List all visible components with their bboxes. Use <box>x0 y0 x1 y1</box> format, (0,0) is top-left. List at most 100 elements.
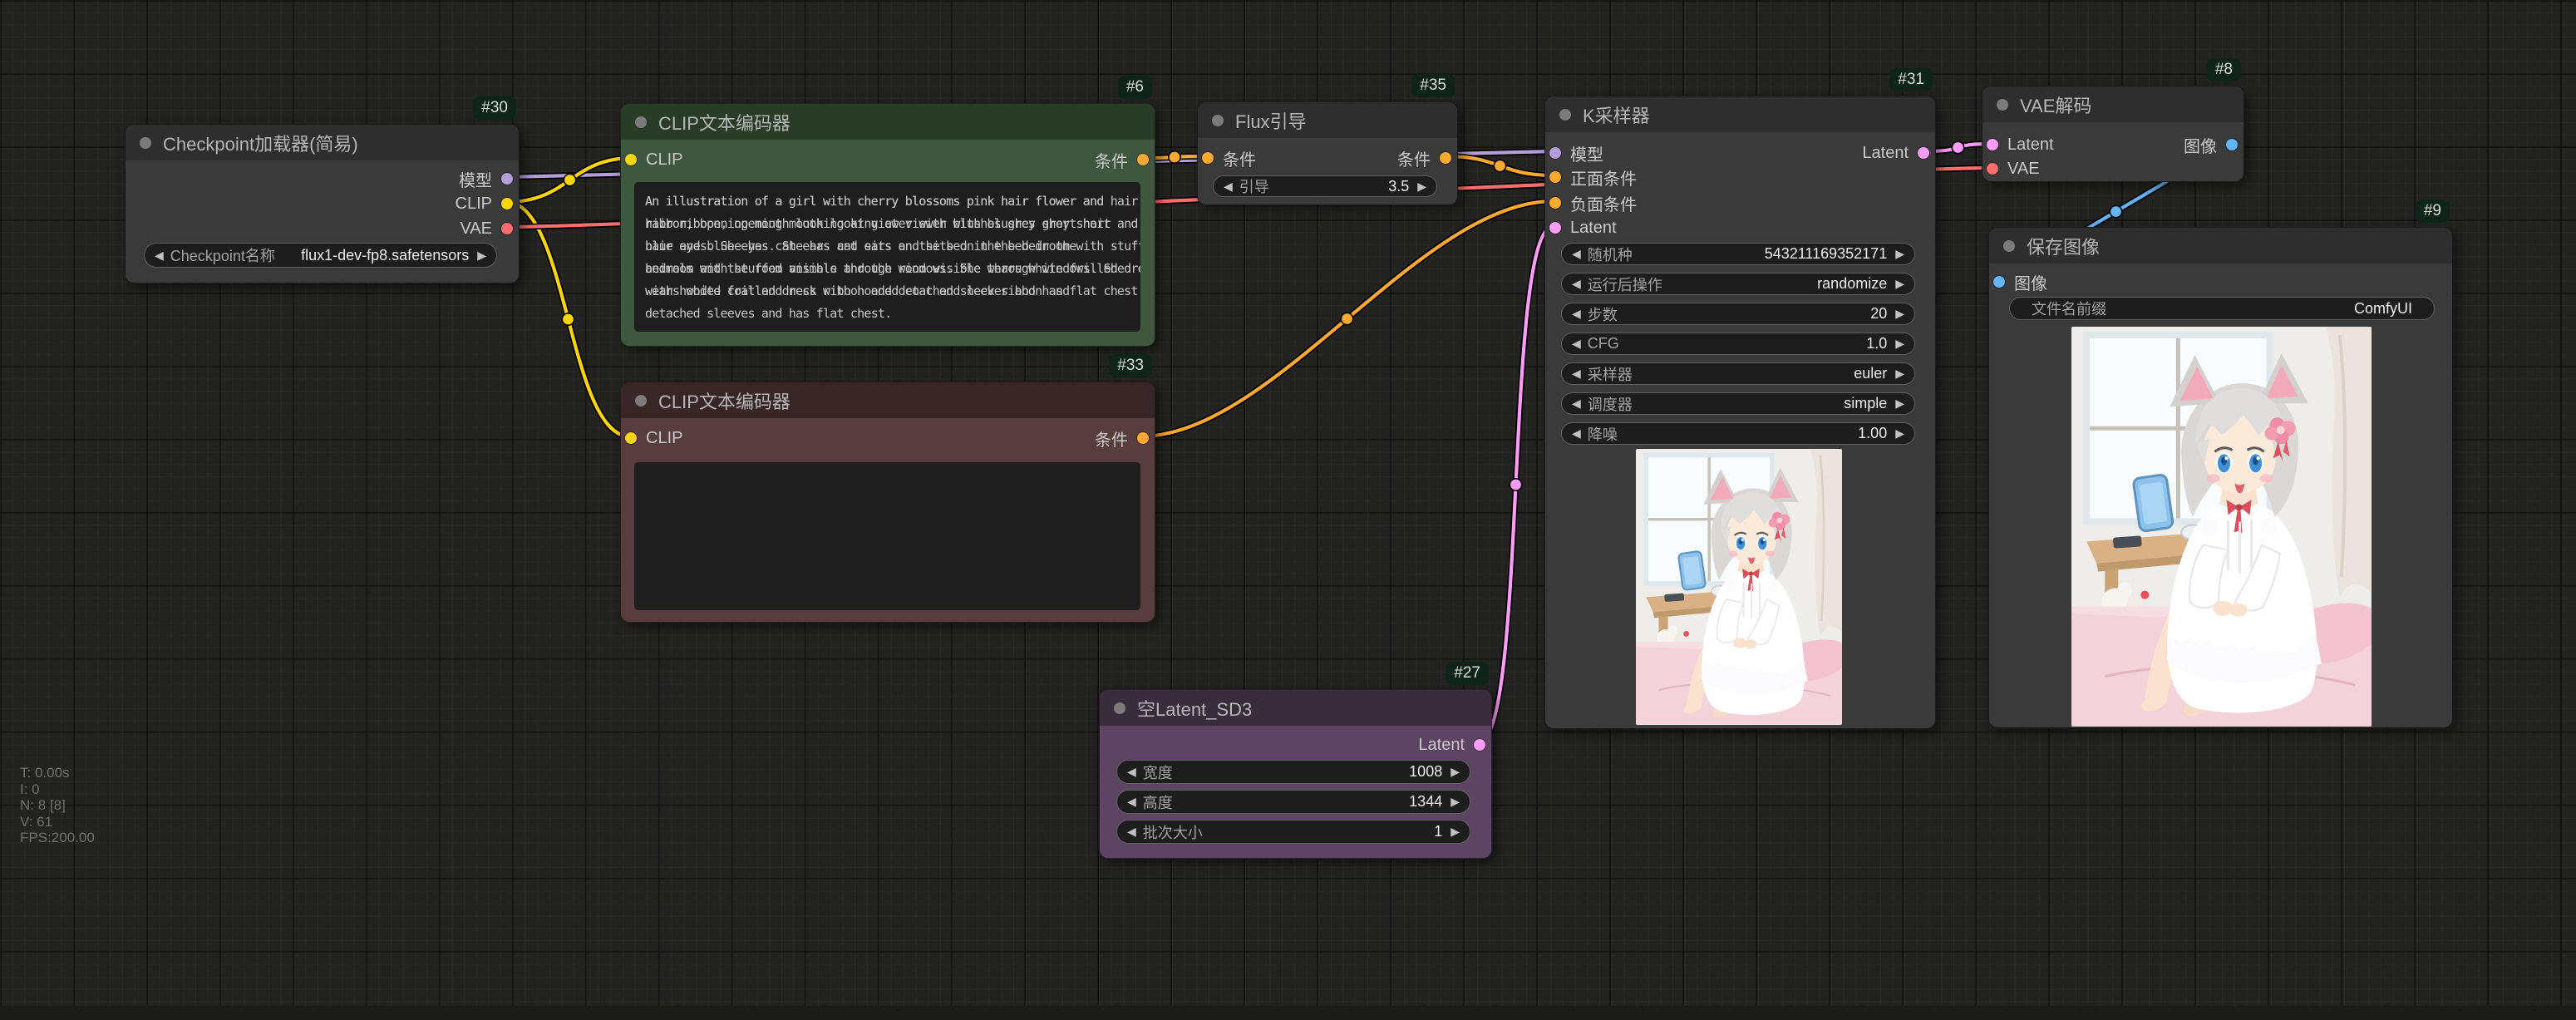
conditioning-port-icon[interactable] <box>1202 152 1214 164</box>
stepper-left-icon[interactable]: ◀ <box>1127 795 1136 809</box>
latent-port-icon[interactable] <box>1918 147 1929 159</box>
node-vae-decode[interactable]: #8 VAE解码 Latent VAE 图像 <box>1982 86 2244 182</box>
collapse-dot-icon[interactable] <box>1559 109 1571 121</box>
conditioning-port-icon[interactable] <box>1137 432 1149 444</box>
widget-seed[interactable]: ◀ 随机种 543211169352171 ▶ <box>1561 243 1915 265</box>
stepper-left-icon[interactable]: ◀ <box>155 249 164 263</box>
node-clip-text-encode-negative[interactable]: #33 CLIP文本编码器 CLIP 条件 <box>620 382 1155 623</box>
stepper-right-icon[interactable]: ▶ <box>1451 765 1460 779</box>
widget-guidance[interactable]: ◀ 引导 3.5 ▶ <box>1213 175 1437 197</box>
stepper-left-icon[interactable]: ◀ <box>1127 825 1136 839</box>
widget-scheduler[interactable]: ◀ 调度器 simple ▶ <box>1561 392 1915 415</box>
widget-height[interactable]: ◀ 高度 1344 ▶ <box>1116 790 1470 814</box>
output-slot-vae[interactable]: VAE <box>460 219 513 239</box>
stepper-left-icon[interactable]: ◀ <box>1572 277 1581 291</box>
stepper-right-icon[interactable]: ▶ <box>1895 277 1904 291</box>
image-port-icon[interactable] <box>1993 276 2005 288</box>
stepper-right-icon[interactable]: ▶ <box>477 249 486 263</box>
input-slot-latent[interactable]: Latent <box>1549 218 1617 238</box>
conditioning-port-icon[interactable] <box>1137 154 1149 165</box>
input-slot-positive[interactable]: 正面条件 <box>1549 167 1637 187</box>
input-slot-model[interactable]: 模型 <box>1549 143 1603 163</box>
output-slot-image[interactable]: 图像 <box>2184 135 2238 155</box>
stepper-right-icon[interactable]: ▶ <box>1895 247 1904 261</box>
output-slot-conditioning[interactable]: 条件 <box>1095 428 1149 448</box>
image-port-icon[interactable] <box>2226 139 2238 150</box>
stepper-right-icon[interactable]: ▶ <box>1895 307 1904 321</box>
widget-denoise[interactable]: ◀ 降噪 1.00 ▶ <box>1561 422 1915 445</box>
model-port-icon[interactable] <box>1549 147 1561 159</box>
widget-sampler[interactable]: ◀ 采样器 euler ▶ <box>1561 362 1915 385</box>
node-clip-text-encode-positive[interactable]: #6 CLIP文本编码器 CLIP 条件 An illustration of … <box>620 103 1155 347</box>
stepper-left-icon[interactable]: ◀ <box>1572 337 1581 351</box>
node-header[interactable]: Flux引导 <box>1198 102 1457 138</box>
conditioning-port-icon[interactable] <box>1440 152 1451 164</box>
input-slot-clip[interactable]: CLIP <box>625 150 682 170</box>
stepper-right-icon[interactable]: ▶ <box>1417 180 1426 194</box>
input-slot-latent[interactable]: Latent <box>1987 135 2054 155</box>
node-header[interactable]: CLIP文本编码器 <box>621 382 1155 418</box>
widget-checkpoint-name[interactable]: ◀ Checkpoint名称 flux1-dev-fp8.safetensors… <box>144 243 497 268</box>
clip-port-icon[interactable] <box>625 154 637 165</box>
collapse-dot-icon[interactable] <box>1114 702 1125 714</box>
node-flux-guidance[interactable]: #35 Flux引导 条件 条件 ◀ 引导 3.5 ▶ <box>1197 101 1458 205</box>
collapse-dot-icon[interactable] <box>2003 240 2015 252</box>
collapse-dot-icon[interactable] <box>1997 99 2008 111</box>
node-header[interactable]: CLIP文本编码器 <box>621 104 1155 140</box>
input-slot-clip[interactable]: CLIP <box>625 428 682 448</box>
prompt-textarea[interactable]: An illustration of a girl with cherry bl… <box>634 182 1140 332</box>
node-graph-canvas[interactable]: #30 Checkpoint加载器(简易) 模型 CLIP VAE ◀ Chec… <box>0 0 2576 1020</box>
latent-port-icon[interactable] <box>1474 739 1485 751</box>
widget-cfg[interactable]: ◀ CFG 1.0 ▶ <box>1561 333 1915 355</box>
clip-port-icon[interactable] <box>501 198 513 209</box>
collapse-dot-icon[interactable] <box>1212 115 1224 126</box>
node-header[interactable]: VAE解码 <box>1982 86 2244 122</box>
stepper-left-icon[interactable]: ◀ <box>1572 397 1581 411</box>
widget-filename-prefix[interactable]: 文件名前缀 ComfyUI <box>2009 297 2435 320</box>
output-slot-conditioning[interactable]: 条件 <box>1397 148 1451 168</box>
node-save-image[interactable]: #9 保存图像 图像 文件名前缀 ComfyUI <box>1988 227 2453 728</box>
vae-port-icon[interactable] <box>1987 163 1998 175</box>
latent-port-icon[interactable] <box>1549 222 1561 234</box>
collapse-dot-icon[interactable] <box>635 395 647 407</box>
node-header[interactable]: 空Latent_SD3 <box>1100 690 1491 726</box>
node-empty-latent-sd3[interactable]: #27 空Latent_SD3 Latent ◀ 宽度 1008 ▶ ◀ 高度 … <box>1099 689 1492 859</box>
output-slot-model[interactable]: 模型 <box>459 169 513 189</box>
collapse-dot-icon[interactable] <box>140 137 151 149</box>
node-header[interactable]: 保存图像 <box>1989 228 2452 264</box>
prompt-textarea[interactable] <box>634 462 1140 610</box>
stepper-left-icon[interactable]: ◀ <box>1572 367 1581 381</box>
input-slot-conditioning[interactable]: 条件 <box>1202 148 1256 168</box>
input-slot-vae[interactable]: VAE <box>1987 159 2040 179</box>
widget-width[interactable]: ◀ 宽度 1008 ▶ <box>1116 760 1470 784</box>
stepper-left-icon[interactable]: ◀ <box>1572 247 1581 261</box>
node-ksampler[interactable]: #31 K采样器 模型 正面条件 负面条件 Latent Latent ◀ 随机… <box>1544 96 1936 729</box>
conditioning-port-icon[interactable] <box>1549 171 1561 183</box>
output-slot-latent[interactable]: Latent <box>1418 735 1485 755</box>
clip-port-icon[interactable] <box>625 432 637 444</box>
stepper-right-icon[interactable]: ▶ <box>1451 795 1460 809</box>
conditioning-port-icon[interactable] <box>1549 197 1561 209</box>
stepper-right-icon[interactable]: ▶ <box>1895 397 1904 411</box>
output-slot-conditioning[interactable]: 条件 <box>1095 150 1149 170</box>
output-slot-clip[interactable]: CLIP <box>456 194 513 214</box>
stepper-right-icon[interactable]: ▶ <box>1895 337 1904 351</box>
node-checkpoint-loader[interactable]: #30 Checkpoint加载器(简易) 模型 CLIP VAE ◀ Chec… <box>125 124 520 283</box>
latent-port-icon[interactable] <box>1987 139 1998 150</box>
stepper-right-icon[interactable]: ▶ <box>1895 426 1904 441</box>
stepper-right-icon[interactable]: ▶ <box>1895 367 1904 381</box>
vae-port-icon[interactable] <box>501 223 513 234</box>
input-slot-negative[interactable]: 负面条件 <box>1549 193 1637 213</box>
input-slot-image[interactable]: 图像 <box>1993 272 2047 292</box>
stepper-left-icon[interactable]: ◀ <box>1224 180 1233 194</box>
widget-batch-size[interactable]: ◀ 批次大小 1 ▶ <box>1116 820 1470 844</box>
node-header[interactable]: Checkpoint加载器(简易) <box>126 125 519 160</box>
collapse-dot-icon[interactable] <box>635 116 647 128</box>
widget-control-after-generate[interactable]: ◀ 运行后操作 randomize ▶ <box>1561 273 1915 295</box>
stepper-left-icon[interactable]: ◀ <box>1572 426 1581 441</box>
stepper-left-icon[interactable]: ◀ <box>1127 765 1136 779</box>
node-header[interactable]: K采样器 <box>1545 96 1935 132</box>
stepper-right-icon[interactable]: ▶ <box>1451 825 1460 839</box>
model-port-icon[interactable] <box>501 173 513 185</box>
output-slot-latent[interactable]: Latent <box>1862 143 1929 163</box>
